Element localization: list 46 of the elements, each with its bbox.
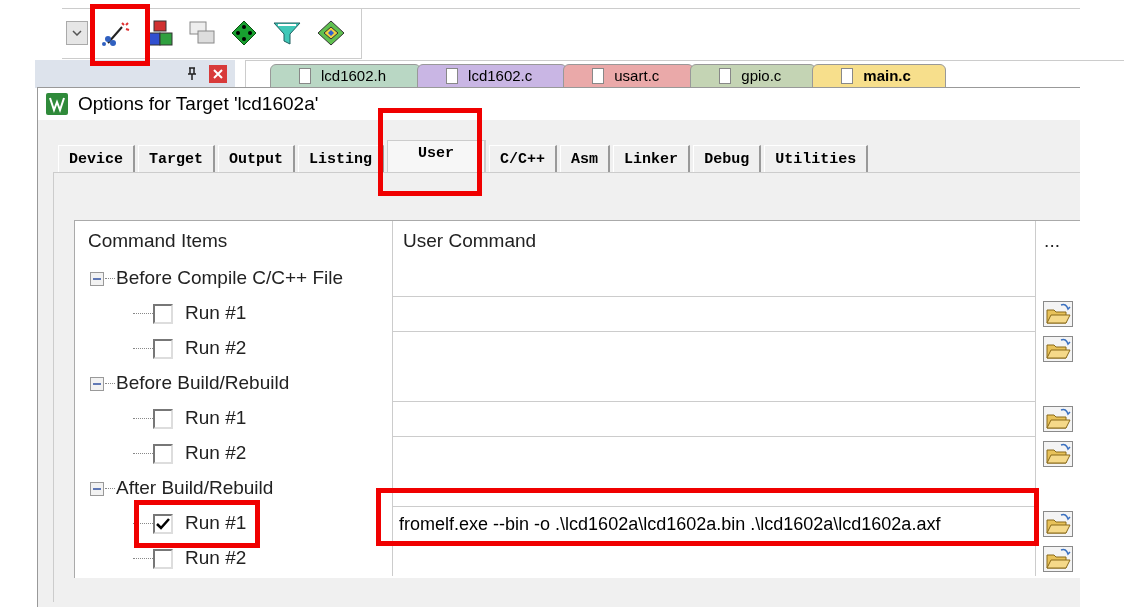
chevron-down-icon — [72, 30, 82, 36]
folder-icon — [1043, 545, 1074, 572]
tree-item-label: Run #1 — [185, 511, 247, 536]
checkbox[interactable] — [153, 513, 173, 534]
close-icon[interactable] — [209, 65, 227, 83]
tree-group-label[interactable]: Before Compile C/C++ File — [116, 264, 344, 293]
folder-icon — [1043, 300, 1074, 327]
tree-item-label: Run #2 — [185, 336, 247, 361]
folder-icon — [1043, 510, 1074, 537]
folder-icon — [1043, 405, 1074, 432]
checkbox[interactable] — [153, 303, 173, 324]
checkbox[interactable] — [153, 443, 173, 464]
tree-item-label: Run #2 — [185, 441, 247, 466]
command-field[interactable] — [392, 331, 1036, 366]
collapse-icon[interactable] — [90, 376, 104, 391]
checkbox[interactable] — [153, 548, 173, 569]
layers-icon[interactable] — [316, 19, 346, 47]
funnel-icon[interactable] — [272, 19, 302, 47]
magic-wand-icon[interactable] — [102, 19, 132, 47]
checkbox[interactable] — [153, 338, 173, 359]
window-title: Options for Target 'lcd1602a' — [78, 91, 319, 116]
column-header: User Command — [392, 221, 1036, 261]
pin-icon[interactable] — [187, 67, 197, 81]
collapse-icon[interactable] — [90, 271, 104, 286]
tree-item-label: Run #2 — [185, 546, 247, 571]
command-field[interactable] — [392, 436, 1036, 471]
command-field[interactable]: fromelf.exe --bin -o .\lcd1602a\lcd1602a.bin .\lcd1602a\lcd1602a.axf — [392, 506, 1036, 541]
tree-group-label[interactable]: Before Build/Rebuild — [116, 369, 290, 398]
tree-item-label: Run #1 — [185, 301, 247, 326]
dropdown-button[interactable] — [66, 21, 88, 45]
collapse-icon[interactable] — [90, 481, 104, 496]
folder-icon — [1043, 440, 1074, 467]
checkmark-icon — [156, 517, 170, 530]
tree-item-label: Run #1 — [185, 406, 247, 431]
highlight-frame — [90, 4, 150, 66]
command-field[interactable] — [392, 401, 1036, 436]
app-icon — [46, 93, 68, 115]
tree-group-label[interactable]: After Build/Rebuild — [116, 474, 274, 503]
column-header: ... — [1035, 221, 1080, 261]
folder-icon — [1043, 335, 1074, 362]
tab[interactable]: User — [387, 140, 487, 172]
diamond-icon[interactable] — [230, 19, 258, 47]
file-tab[interactable]: main.c — [812, 64, 946, 88]
checkbox[interactable] — [153, 408, 173, 429]
command-field[interactable] — [392, 296, 1036, 331]
column-header: Command Items — [87, 228, 229, 253]
